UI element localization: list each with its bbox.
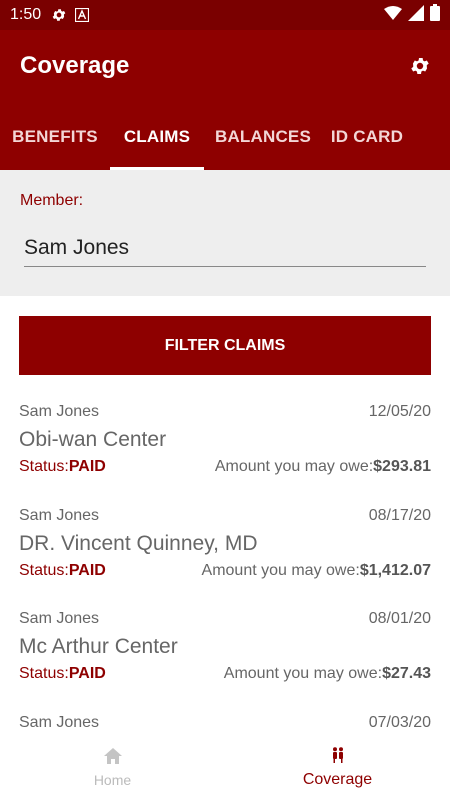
claim-provider: DR. Vincent Quinney, MD <box>19 531 258 555</box>
claim-date: 07/03/20 <box>368 713 431 731</box>
claim-status-label: Status: <box>19 665 69 682</box>
claim-amount-value: $27.43 <box>382 665 431 682</box>
member-select[interactable]: Sam Jones <box>24 236 129 260</box>
claim-status: Status:PAID <box>19 562 106 580</box>
claim-date: 08/01/20 <box>368 610 431 627</box>
battery-icon <box>430 4 440 26</box>
tab-bar: BENEFITS CLAIMS BALANCES ID CARD <box>0 118 450 170</box>
claim-amount-label: Amount you may owe: <box>201 561 360 579</box>
family-icon <box>328 745 348 765</box>
claim-status-label: Status: <box>19 458 69 475</box>
claim-date: 12/05/20 <box>368 403 431 420</box>
page-title: Coverage <box>20 52 130 79</box>
claim-item[interactable]: Sam Jones 07/03/20 <box>0 706 450 734</box>
wifi-icon <box>384 5 402 26</box>
claim-member: Sam Jones <box>19 403 100 420</box>
nav-home-label: Home <box>93 771 132 788</box>
status-time: 1:50 <box>10 6 42 23</box>
claim-amount: Amount you may owe:$1,412.07 <box>202 562 431 580</box>
claim-amount-label: Amount you may owe: <box>223 665 383 682</box>
tab-claims[interactable]: CLAIMS <box>110 118 204 170</box>
nav-home[interactable]: Home <box>0 733 225 800</box>
claim-amount-value: $293.81 <box>373 458 431 475</box>
claim-item[interactable]: Sam Jones 08/01/20 Mc Arthur Center Stat… <box>0 602 450 706</box>
nav-coverage-label: Coverage <box>302 770 373 788</box>
claim-item[interactable]: Sam Jones 08/17/20 DR. Vincent Quinney, … <box>0 499 450 603</box>
claim-provider: Mc Arthur Center <box>19 635 178 658</box>
gear-icon <box>411 58 429 74</box>
tab-balances[interactable]: BALANCES <box>204 118 322 170</box>
claims-list: Sam Jones 12/05/20 Obi-wan Center Status… <box>0 395 450 733</box>
claim-amount-label: Amount you may owe: <box>214 458 374 475</box>
member-label: Member: <box>20 192 84 209</box>
claim-status-label: Status: <box>19 561 69 579</box>
claim-status: Status:PAID <box>19 458 106 476</box>
settings-status-icon <box>51 7 67 23</box>
claim-amount: Amount you may owe:$293.81 <box>215 458 431 476</box>
claim-item[interactable]: Sam Jones 12/05/20 Obi-wan Center Status… <box>0 395 450 499</box>
claim-status: Status:PAID <box>19 665 106 683</box>
signal-icon <box>408 4 424 26</box>
claim-member: Sam Jones <box>19 506 100 524</box>
status-bar: 1:50 <box>0 0 450 30</box>
tab-id-card[interactable]: ID CARD <box>322 118 412 170</box>
claim-member: Sam Jones <box>19 713 100 731</box>
filter-claims-button[interactable]: FILTER CLAIMS <box>19 316 431 375</box>
bottom-nav: Home Coverage <box>0 733 450 800</box>
home-icon <box>103 746 123 766</box>
claim-member: Sam Jones <box>19 610 100 627</box>
app-bar: Coverage BENEFITS CLAIMS BALANCES ID CAR… <box>0 30 450 170</box>
keyboard-status-icon <box>75 8 90 22</box>
claim-status-value: PAID <box>68 665 106 682</box>
claim-status-value: PAID <box>68 561 106 579</box>
claim-date: 08/17/20 <box>368 506 431 524</box>
claim-status-value: PAID <box>68 458 106 475</box>
settings-button[interactable] <box>406 52 434 80</box>
claim-amount-value: $1,412.07 <box>359 561 431 579</box>
member-panel: Member: Sam Jones <box>0 170 450 296</box>
claim-amount: Amount you may owe:$27.43 <box>224 665 431 683</box>
member-underline <box>24 266 426 267</box>
claim-provider: Obi-wan Center <box>19 428 167 451</box>
nav-coverage[interactable]: Coverage <box>225 733 450 800</box>
tab-benefits[interactable]: BENEFITS <box>0 118 110 170</box>
